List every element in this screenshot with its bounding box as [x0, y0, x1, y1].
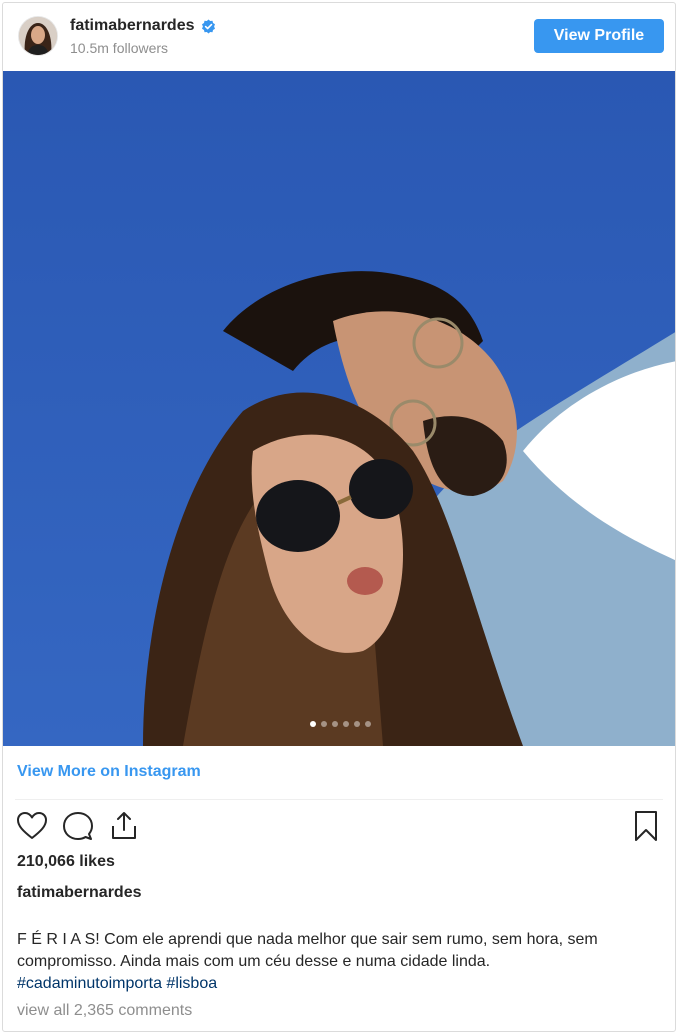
carousel-dot[interactable] — [364, 721, 371, 727]
carousel-dot[interactable] — [331, 721, 338, 727]
action-bar — [15, 809, 663, 849]
caption-hashtags: #cadaminutoimporta #lisboa — [17, 973, 663, 995]
post-caption: F É R I A S! Com ele aprendi que nada me… — [17, 929, 663, 995]
carousel-indicator[interactable] — [3, 721, 675, 727]
avatar[interactable] — [19, 17, 57, 55]
view-more-on-instagram-link[interactable]: View More on Instagram — [17, 763, 201, 781]
divider — [15, 799, 663, 800]
carousel-dot[interactable] — [309, 721, 316, 727]
comment-bubble-icon[interactable] — [61, 809, 95, 843]
instagram-embed-card: fatimabernardes 10.5m followers View Pro… — [2, 2, 676, 1032]
view-profile-button[interactable]: View Profile — [534, 19, 664, 53]
post-photo-illustration — [3, 71, 675, 746]
carousel-dot[interactable] — [353, 721, 360, 727]
caption-username[interactable]: fatimabernardes — [17, 884, 142, 902]
verified-badge-icon — [201, 19, 216, 34]
caption-text: F É R I A S! Com ele aprendi que nada me… — [17, 931, 598, 970]
username-text[interactable]: fatimabernardes — [70, 17, 195, 35]
like-count[interactable]: 210,066 likes — [17, 853, 115, 871]
heart-icon[interactable] — [15, 809, 49, 843]
post-header: fatimabernardes 10.5m followers View Pro… — [3, 3, 675, 71]
hashtag-link[interactable]: #lisboa — [166, 975, 217, 992]
carousel-dot[interactable] — [342, 721, 349, 727]
carousel-dot[interactable] — [320, 721, 327, 727]
bookmark-icon[interactable] — [629, 809, 663, 843]
hashtag-link[interactable]: #cadaminutoimporta — [17, 975, 162, 992]
username[interactable]: fatimabernardes — [70, 17, 216, 35]
share-upload-icon[interactable] — [107, 809, 141, 843]
view-all-comments-link[interactable]: view all 2,365 comments — [17, 1002, 192, 1020]
post-photo[interactable] — [3, 71, 675, 746]
follower-count: 10.5m followers — [70, 40, 169, 56]
